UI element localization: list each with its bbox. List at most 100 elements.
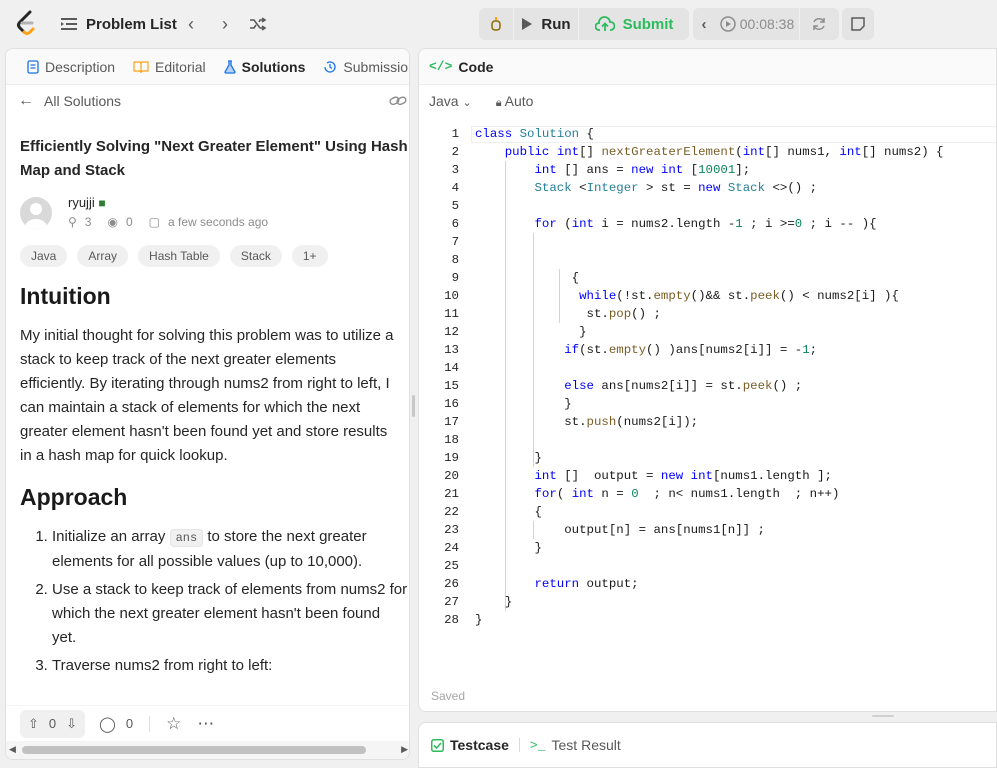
debug-button[interactable] — [479, 8, 513, 40]
panel-resize-handle[interactable] — [412, 395, 415, 417]
lock-icon: 🔒︎ — [495, 96, 502, 109]
reputation-count: 3 — [84, 215, 92, 229]
author-row: ryujji ■ ⚲ 3 ◉ 0 ▢ a few seconds ago — [20, 193, 397, 237]
tag-stack[interactable]: Stack — [229, 245, 282, 267]
saved-status: Saved — [431, 689, 466, 703]
list-item: Traverse nums2 from right to left: — [52, 654, 408, 678]
play-circle-icon — [720, 16, 736, 32]
note-icon — [851, 17, 865, 31]
solution-content: Efficiently Solving "Next Greater Elemen… — [6, 127, 409, 717]
scrollbar-thumb[interactable] — [22, 746, 366, 754]
author-meta: ⚲ 3 ◉ 0 ▢ a few seconds ago — [68, 215, 268, 229]
tab-submissions-label: Submission — [343, 58, 409, 75]
more-icon[interactable]: ⋯ — [197, 714, 214, 734]
tag-array[interactable]: Array — [77, 245, 129, 267]
comment-count: 0 — [125, 716, 134, 731]
tab-solutions-label: Solutions — [241, 58, 306, 75]
leetcode-logo[interactable] — [14, 10, 40, 38]
run-button[interactable]: Run — [514, 8, 578, 40]
left-tabs: Description Editorial Solutions Submissi… — [6, 49, 409, 85]
tab-editorial[interactable]: Editorial — [124, 59, 215, 75]
views-count: 0 — [125, 215, 133, 229]
link-icon[interactable] — [389, 94, 407, 108]
solutions-panel: Description Editorial Solutions Submissi… — [5, 48, 410, 760]
tab-editorial-label: Editorial — [155, 58, 206, 75]
inline-code: ans — [169, 529, 204, 547]
checkbox-icon — [431, 738, 444, 752]
star-icon[interactable]: ☆ — [166, 714, 181, 734]
all-solutions-link[interactable]: ← All Solutions — [6, 85, 409, 117]
testcase-label: Testcase — [450, 737, 509, 753]
comment-icon[interactable]: ◯ — [99, 715, 116, 733]
test-result-label: Test Result — [551, 737, 621, 753]
play-icon — [522, 18, 533, 30]
tab-description-label: Description — [45, 58, 116, 75]
intuition-text: My initial thought for solving this prob… — [20, 327, 394, 464]
arrow-left-icon: ← — [18, 92, 34, 109]
history-icon — [324, 60, 337, 73]
tag-more[interactable]: 1+ — [291, 245, 328, 267]
tab-description[interactable]: Description — [18, 59, 124, 75]
author-name-row[interactable]: ryujji ■ — [68, 195, 106, 210]
tag-java[interactable]: Java — [20, 245, 68, 267]
tab-testcase[interactable]: Testcase — [431, 737, 509, 753]
problem-list-button[interactable]: Problem List — [60, 12, 177, 36]
chevron-down-icon: ⌄ — [462, 97, 472, 109]
random-problem-button[interactable] — [247, 13, 269, 35]
vote-group: ⇧ 0 ⇩ — [20, 709, 86, 738]
language-select[interactable]: Java ⌄ — [429, 93, 472, 109]
top-bar: Problem List ‹ › Run Submit ‹ 00:08:38 — [0, 0, 997, 48]
prev-problem-button[interactable]: ‹ — [180, 13, 202, 35]
code-panel: </> Code Java ⌄ 🔒︎ Auto 1 class Solution … — [418, 48, 997, 712]
list-item: Use a stack to keep track of elements fr… — [52, 578, 408, 650]
cube-badge-icon: ■ — [98, 196, 106, 210]
submit-button[interactable]: Submit — [579, 8, 689, 40]
auto-mode[interactable]: 🔒︎ Auto — [496, 93, 534, 110]
code-editor[interactable]: 1 class Solution { 2 public int[] nextGre… — [419, 123, 996, 643]
cloud-upload-icon — [594, 16, 615, 31]
tab-test-result[interactable]: >_ Test Result — [530, 737, 621, 753]
terminal-icon: >_ — [529, 737, 546, 753]
document-icon — [27, 59, 39, 74]
problem-list-label: Problem List — [86, 15, 177, 33]
test-panel: Testcase >_ Test Result — [418, 722, 997, 768]
eye-icon: ◉ — [107, 215, 118, 229]
bug-icon — [491, 17, 501, 31]
book-icon — [133, 60, 149, 73]
refresh-icon — [813, 18, 825, 30]
notes-button[interactable] — [842, 8, 874, 40]
chevron-left-icon: ‹ — [701, 15, 707, 33]
author-name: ryujji — [68, 195, 95, 210]
tab-code[interactable]: </> Code — [419, 49, 996, 85]
shuffle-icon — [250, 17, 267, 31]
submit-label: Submit — [622, 15, 674, 33]
next-problem-button[interactable]: › — [214, 13, 236, 35]
tag-hash-table[interactable]: Hash Table — [138, 245, 220, 267]
timer-group: ‹ 00:08:38 — [693, 8, 839, 40]
upvote-icon[interactable]: ⇧ — [28, 716, 39, 732]
timer-display[interactable]: 00:08:38 — [715, 8, 799, 40]
code-icon: </> — [429, 59, 453, 74]
tab-submissions[interactable]: Submission — [314, 59, 409, 75]
run-submit-group: Run Submit — [479, 8, 689, 40]
post-time: a few seconds ago — [168, 215, 269, 229]
approach-heading: Approach — [20, 484, 128, 510]
tag-list: Java Array Hash Table Stack 1+ — [20, 245, 397, 267]
code-tab-label: Code — [458, 58, 494, 75]
avatar[interactable] — [20, 197, 52, 229]
horizontal-scrollbar[interactable]: ◀ ▶ — [6, 741, 409, 759]
downvote-icon[interactable]: ⇩ — [66, 716, 77, 732]
editor-toolbar: Java ⌄ 🔒︎ Auto — [419, 85, 996, 117]
timer-text: 00:08:38 — [739, 16, 795, 32]
timer-collapse-button[interactable]: ‹ — [693, 8, 715, 40]
flask-icon — [223, 59, 236, 74]
list-icon — [61, 18, 77, 30]
solution-actions: ⇧ 0 ⇩ ◯ 0 ☆ ⋯ — [6, 705, 409, 741]
tab-solutions[interactable]: Solutions — [215, 59, 315, 75]
calendar-icon: ▢ — [148, 215, 160, 229]
all-solutions-label: All Solutions — [44, 93, 122, 109]
timer-reset-button[interactable] — [800, 8, 838, 40]
reputation-icon: ⚲ — [68, 215, 77, 229]
vertical-resize-handle[interactable] — [872, 715, 894, 717]
solution-title: Efficiently Solving "Next Greater Elemen… — [20, 138, 408, 179]
